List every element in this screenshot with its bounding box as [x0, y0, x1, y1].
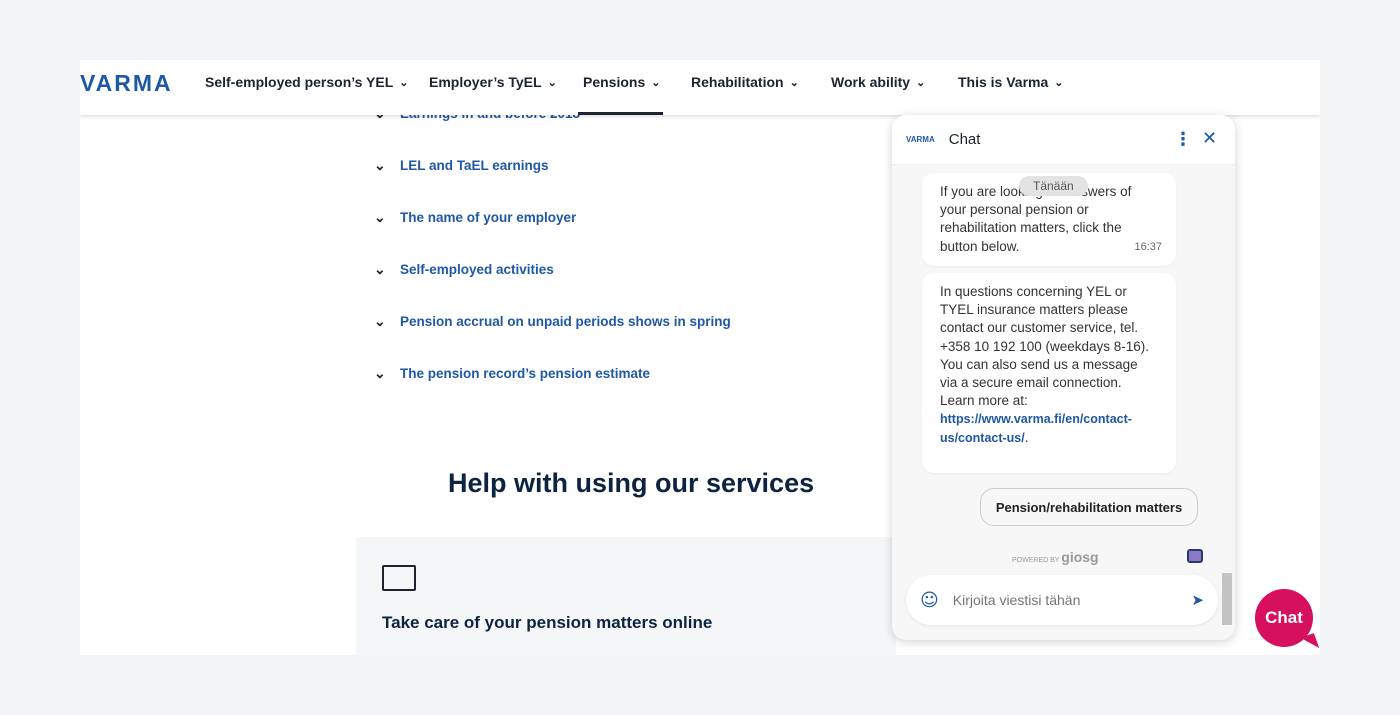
chat-header: VARMA Chat ⋮ ✕: [892, 115, 1235, 165]
date-chip: Tänään: [1019, 176, 1088, 196]
varma-logo[interactable]: VARMA: [80, 70, 173, 97]
nav-this-is-varma[interactable]: This is Varma ⌄: [958, 74, 1064, 90]
accordion-item[interactable]: ⌄ Pension accrual on unpaid periods shows…: [374, 313, 731, 330]
message-text: .: [1024, 429, 1029, 445]
chevron-down-icon: ⌄: [916, 76, 926, 89]
message-input[interactable]: [952, 592, 1178, 608]
emoji-icon[interactable]: ☺: [920, 590, 939, 611]
more-options-icon[interactable]: ⋮: [1174, 129, 1192, 150]
nav-label: This is Varma: [958, 74, 1049, 90]
message-text: In questions concerning YEL or TYEL insu…: [940, 284, 1150, 409]
laptop-user-icon: [382, 565, 416, 591]
send-icon[interactable]: ➤: [1191, 591, 1204, 609]
close-icon[interactable]: ✕: [1202, 128, 1217, 149]
nav-label: Employer’s TyEL: [429, 74, 542, 90]
chevron-down-icon: ⌄: [651, 76, 661, 89]
powered-by[interactable]: POWERED BY giosg: [1012, 549, 1099, 565]
chevron-down-icon: ⌄: [789, 76, 799, 89]
online-services-card[interactable]: Take care of your pension matters online: [356, 537, 896, 655]
chat-title: Chat: [948, 131, 981, 148]
nav-tyel[interactable]: Employer’s TyEL ⌄: [429, 74, 557, 90]
scrollbar-thumb[interactable]: [1222, 573, 1232, 625]
nav-yel[interactable]: Self-employed person’s YEL ⌄: [205, 74, 409, 90]
accordion-item[interactable]: ⌄ Self-employed activities: [374, 261, 554, 278]
chevron-down-icon: ⌄: [399, 76, 409, 89]
nav-label: Rehabilitation: [691, 74, 784, 90]
chevron-down-icon: ⌄: [374, 157, 386, 173]
powered-label: POWERED BY: [1012, 557, 1060, 564]
contact-link[interactable]: https://www.varma.fi/en/contact-us/conta…: [940, 412, 1132, 444]
chat-window: VARMA Chat ⋮ ✕ If you are looking for an…: [892, 115, 1235, 640]
card-title: Take care of your pension matters online: [382, 613, 713, 632]
giosg-logo: giosg: [1061, 549, 1099, 565]
accordion-item[interactable]: ⌄ The name of your employer: [374, 209, 576, 226]
top-nav: VARMA Self-employed person’s YEL ⌄ Employ…: [80, 60, 1320, 115]
nav-label: Work ability: [831, 74, 911, 90]
nav-rehabilitation[interactable]: Rehabilitation ⌄: [691, 74, 799, 90]
nav-work-ability[interactable]: Work ability ⌄: [831, 74, 925, 90]
accordion-label: The name of your employer: [400, 210, 577, 225]
chat-message: In questions concerning YEL or TYEL insu…: [922, 273, 1176, 473]
bot-icon: [1187, 549, 1203, 563]
chevron-down-icon: ⌄: [374, 209, 386, 225]
nav-label: Self-employed person’s YEL: [205, 74, 394, 90]
accordion-item[interactable]: ⌄ The pension record’s pension estimate: [374, 365, 650, 382]
chevron-down-icon: ⌄: [1054, 76, 1064, 89]
nav-label: Pensions: [583, 74, 646, 90]
quick-reply-button[interactable]: Pension/rehabilitation matters: [980, 488, 1198, 526]
nav-pensions[interactable]: Pensions ⌄: [583, 74, 660, 90]
chevron-down-icon: ⌄: [374, 261, 386, 277]
chevron-down-icon: ⌄: [374, 313, 386, 329]
help-heading: Help with using our services: [448, 468, 815, 498]
chevron-down-icon: ⌄: [547, 76, 557, 89]
message-input-bar: ☺ ➤: [906, 575, 1218, 625]
accordion-item[interactable]: ⌄ LEL and TaEL earnings: [374, 157, 549, 174]
message-time: 16:37: [1134, 240, 1162, 253]
accordion-label: LEL and TaEL earnings: [400, 158, 549, 173]
chat-logo: VARMA: [906, 135, 935, 144]
chat-launcher-button[interactable]: Chat: [1255, 589, 1313, 647]
active-tab-indicator: [578, 112, 663, 115]
accordion-label: Pension accrual on unpaid periods shows …: [400, 314, 731, 329]
scrollbar[interactable]: [1221, 173, 1233, 638]
accordion-label: The pension record’s pension estimate: [400, 366, 651, 381]
chevron-down-icon: ⌄: [374, 365, 386, 381]
accordion-label: Self-employed activities: [400, 262, 554, 277]
